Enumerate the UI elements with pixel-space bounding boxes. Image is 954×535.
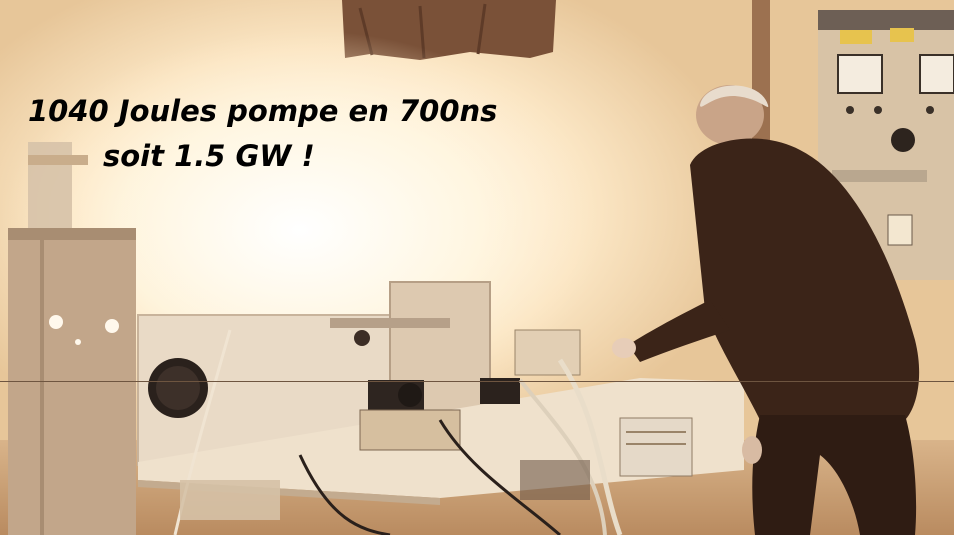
warning-label [887, 214, 913, 246]
lab-photo: 1040 Joules pompe en 700ns soit 1.5 GW ! [0, 0, 954, 535]
gauge-right [919, 54, 954, 94]
caption-line-2: soit 1.5 GW ! [103, 139, 315, 173]
caption-line-1: 1040 Joules pompe en 700ns [28, 94, 498, 128]
power-supply [619, 417, 693, 477]
lab-scene-illustration [0, 0, 954, 535]
gauge-left [837, 54, 883, 94]
person-arm [628, 300, 730, 362]
horizontal-scan-line [0, 381, 954, 382]
